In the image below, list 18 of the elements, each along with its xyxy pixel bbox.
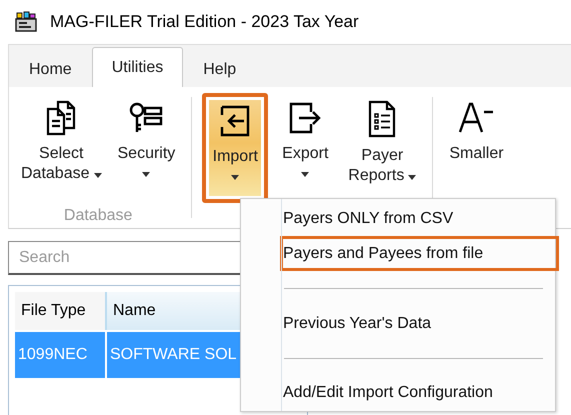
table-cell: 1099NEC — [15, 332, 105, 378]
report-icon — [367, 100, 398, 138]
ribbon-button[interactable]: Select Database — [15, 93, 108, 203]
export-icon — [287, 100, 324, 136]
menu-item[interactable]: Payers and Payees from file — [280, 236, 559, 272]
ribbon-button[interactable]: Export — [272, 93, 338, 203]
menu-item[interactable]: Add/Edit Import Configuration — [280, 376, 555, 411]
ribbon-tab[interactable]: Help — [183, 51, 256, 87]
ribbon-tab[interactable]: Utilities — [92, 47, 184, 87]
menu-item[interactable]: Payers ONLY from CSV — [280, 201, 555, 236]
ribbon-button[interactable]: Smaller — [443, 93, 510, 203]
app-icon — [14, 11, 38, 33]
ribbon-button[interactable]: Import — [202, 93, 268, 203]
ribbon-tab[interactable]: Home — [9, 51, 92, 87]
column-header[interactable]: File Type — [15, 292, 105, 330]
group-label: Database — [64, 207, 132, 225]
ribbon-button[interactable]: Security — [112, 93, 182, 203]
window-title: MAG-FILER Trial Edition - 2023 Tax Year — [50, 12, 359, 32]
